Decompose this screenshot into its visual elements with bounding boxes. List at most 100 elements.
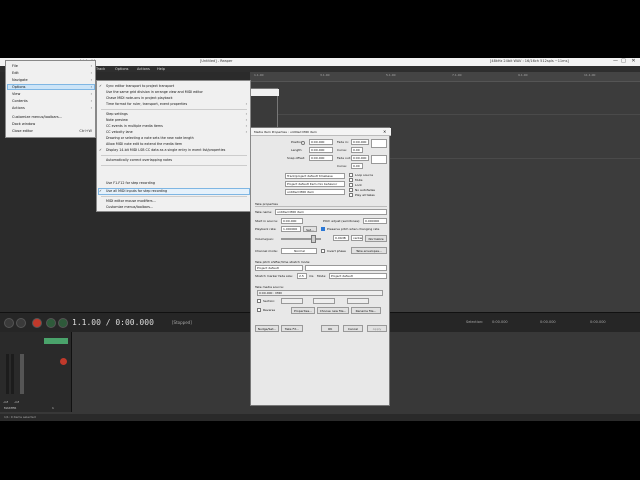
normalize-button[interactable]: Normalize — [365, 235, 387, 242]
opt-same-grid[interactable]: Use the same grid division in arrange vi… — [106, 90, 203, 94]
fade-in-field[interactable]: 0:00.000 — [351, 139, 369, 145]
pan-field[interactable]: center — [351, 235, 363, 241]
take-fx-button[interactable]: Take FX... — [281, 325, 303, 332]
ok-button[interactable]: OK — [321, 325, 339, 332]
lock-checkbox[interactable] — [349, 183, 353, 187]
opt-mouse-modifiers[interactable]: MIDI editor mouse modifiers... — [106, 199, 156, 203]
chevron-right-icon: › — [90, 106, 92, 110]
ruler-tick: 3.1.00 — [320, 73, 330, 77]
loop-source-checkbox[interactable] — [349, 173, 353, 177]
maximize-icon[interactable]: □ — [620, 58, 627, 65]
section-fade-field[interactable] — [347, 298, 369, 304]
fade-out-field[interactable]: 0:00.000 — [351, 155, 369, 161]
menu-item-contents[interactable]: Contents — [12, 99, 28, 103]
invert-phase-checkbox[interactable] — [321, 249, 325, 253]
opt-time-format[interactable]: Time format for ruler, transport, event … — [106, 102, 187, 106]
mute-checkbox[interactable] — [349, 178, 353, 182]
preserve-pitch-label: Preserve pitch when changing rate — [327, 227, 380, 231]
item-mix-select[interactable]: Project default item mix behavior — [285, 181, 345, 187]
menu-item-options[interactable]: Options — [12, 85, 26, 89]
track-record-arm-icon[interactable] — [60, 358, 67, 365]
timeline-ruler[interactable]: 1.1.00 3.1.00 5.1.00 7.1.00 9.1.00 11.1.… — [250, 72, 640, 82]
selection-start: 0:00.000 — [492, 320, 508, 324]
rewind-button[interactable] — [4, 318, 14, 328]
menu-options[interactable]: Options — [115, 67, 129, 71]
menu-item-edit[interactable]: Edit — [12, 71, 19, 75]
opt-14bit-cc[interactable]: Display 14-bit MIDI LSB CC data as a sin… — [106, 148, 225, 152]
opt-note-preview[interactable]: Note preview — [106, 118, 128, 122]
menu-item-customize[interactable]: Customize menus/toolbars... — [12, 115, 62, 119]
snap-offset-field[interactable]: 0:00.000 — [309, 155, 333, 161]
close-icon[interactable]: ✕ — [630, 58, 637, 65]
time-radio[interactable] — [301, 141, 305, 145]
fade-in-curve-field[interactable]: 0.00 — [351, 147, 363, 153]
menu-help[interactable]: Help — [157, 67, 165, 71]
master-fader[interactable] — [20, 354, 24, 394]
position-field[interactable]: 0:00.000 — [309, 139, 333, 145]
take-name-field[interactable]: untitled MIDI item — [275, 209, 387, 215]
opt-sync-transport[interactable]: Sync editor transport to project transpo… — [106, 84, 174, 88]
check-icon: ✓ — [99, 84, 102, 88]
pitch-shift-submode-select[interactable] — [305, 265, 387, 271]
choose-new-file-button[interactable]: Choose new file... — [317, 307, 349, 314]
set-rate-button[interactable]: Set... — [303, 226, 317, 232]
opt-customize-menus[interactable]: Customize menus/toolbars... — [106, 205, 153, 209]
fade-out-shape-icon[interactable] — [371, 155, 387, 164]
section-checkbox[interactable] — [257, 299, 261, 303]
channel-mode-select[interactable]: Normal — [281, 248, 317, 254]
volume-slider-handle[interactable] — [311, 235, 316, 243]
opt-step-settings[interactable]: Step settings — [106, 112, 128, 116]
opt-extend-item[interactable]: Allow MIDI note edit to extend the media… — [106, 142, 182, 146]
opt-correct-overlapping[interactable]: Automatically correct overlapping notes — [106, 158, 172, 162]
menu-actions[interactable]: Actions — [137, 67, 150, 71]
menu-track[interactable]: Track — [96, 67, 105, 71]
playback-rate-field[interactable]: 1.000000 — [281, 226, 301, 232]
minimize-icon[interactable]: — — [612, 58, 619, 65]
menu-item-dock[interactable]: Dock window — [12, 122, 35, 126]
mode-label: Mode: — [317, 274, 327, 278]
reverse-label: Reverse — [263, 308, 276, 312]
track-arm-button[interactable] — [44, 338, 68, 344]
length-field[interactable]: 0:00.000 — [309, 147, 333, 153]
rename-file-button[interactable]: Rename file... — [351, 307, 381, 314]
stop-button[interactable] — [16, 318, 26, 328]
opt-all-midi-inputs[interactable]: Use all MIDI inputs for step recording — [106, 189, 167, 193]
item-name-field[interactable]: untitled MIDI item — [285, 189, 345, 195]
menu-item-close-editor[interactable]: Close editor — [12, 129, 33, 133]
menu-item-view[interactable]: View — [12, 92, 20, 96]
record-button[interactable] — [32, 318, 42, 328]
volume-field[interactable]: 0.00dB — [333, 235, 349, 241]
menu-item-actions[interactable]: Actions — [12, 106, 25, 110]
preserve-pitch-checkbox[interactable] — [321, 227, 325, 231]
opt-chase-notes[interactable]: Chase MIDI note-ons in project playback — [106, 96, 173, 100]
menu-item-file[interactable]: File — [12, 64, 18, 68]
start-in-source-field[interactable]: 0:00.000 — [281, 218, 303, 224]
section-length-field[interactable] — [313, 298, 335, 304]
reverse-checkbox[interactable] — [257, 308, 261, 312]
stretch-fade-field[interactable]: 2.5 — [297, 273, 307, 279]
opt-cc-multiple-items[interactable]: CC events in multiple media items — [106, 124, 163, 128]
opt-drawing-sets-length[interactable]: Drawing or selecting a note sets the new… — [106, 136, 194, 140]
fade-in-shape-icon[interactable] — [371, 139, 387, 148]
take-envelopes-button[interactable]: Take envelopes... — [351, 247, 387, 254]
pitch-adjust-field[interactable]: 0.000000 — [363, 218, 387, 224]
fade-out-curve-field[interactable]: 0.00 — [351, 163, 363, 169]
play-all-takes-checkbox[interactable] — [349, 193, 353, 197]
section-start-field[interactable] — [281, 298, 303, 304]
timebase-select[interactable]: Track/project default timebase — [285, 173, 345, 179]
stretch-mode-select[interactable]: Project default — [329, 273, 387, 279]
opt-cc-velocity-lane[interactable]: CC velocity lane — [106, 130, 133, 134]
cancel-button[interactable]: Cancel — [343, 325, 363, 332]
play-button[interactable] — [46, 318, 56, 328]
loop-button[interactable] — [58, 318, 68, 328]
nudge-set-button[interactable]: Nudge/Set... — [255, 325, 279, 332]
apply-button[interactable]: Apply — [367, 325, 387, 332]
dialog-close-icon[interactable]: ✕ — [383, 129, 386, 134]
no-autofades-checkbox[interactable] — [349, 188, 353, 192]
stretch-fade-label: Stretch marker fade size: — [255, 274, 293, 278]
pitch-shift-mode-select[interactable]: Project default — [255, 265, 303, 271]
mute-label: Mute — [355, 178, 363, 182]
source-properties-button[interactable]: Properties... — [291, 307, 315, 314]
menu-item-navigate[interactable]: Navigate — [12, 78, 28, 82]
opt-f1-f12-step[interactable]: Use F1-F12 for step recording — [106, 181, 155, 185]
